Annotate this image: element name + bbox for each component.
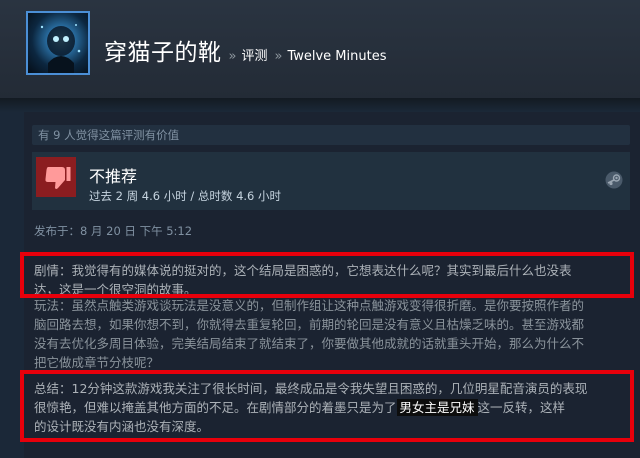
review-line: 玩法：虽然点触类游戏谈玩法是没意义的，但制作组让这种点触游戏变得很折磨。是你要按… <box>34 298 585 313</box>
breadcrumb-separator: » <box>228 49 237 64</box>
review-paragraph-gameplay: 玩法：虽然点触类游戏谈玩法是没意义的，但制作组让这种点触游戏变得很折磨。是你要按… <box>34 296 584 372</box>
playtime-hours: 过去 2 周 4.6 小时 / 总时数 4.6 小时 <box>89 189 282 203</box>
breadcrumb-game-link[interactable]: Twelve Minutes <box>287 49 386 64</box>
review-line: 脑回路去想，如果你想不到，你就得去重复轮回，前期的轮回是没有意义且枯燥乏味的。甚… <box>34 317 585 332</box>
review-verdict: 不推荐 <box>89 167 138 186</box>
avatar[interactable] <box>26 11 90 75</box>
breadcrumb: 穿猫子的靴 » 评测 » Twelve Minutes <box>104 33 386 66</box>
steam-icon <box>605 171 623 189</box>
breadcrumb-separator: » <box>274 49 283 64</box>
thumbs-down-icon <box>36 157 76 197</box>
header-divider <box>0 98 640 112</box>
helpful-count: 有 9 人觉得这篇评测有价值 <box>38 128 180 142</box>
annotation-box-story <box>20 252 634 298</box>
review-line: 没有去优化多周目体验，完美结局结束了就结束了，你要做其他成就的话就重头开始，那么… <box>34 336 585 351</box>
persona-name-link[interactable]: 穿猫子的靴 <box>104 33 222 67</box>
breadcrumb-reviews-link[interactable]: 评测 <box>241 45 267 64</box>
annotation-box-summary <box>20 370 634 442</box>
posted-date: 发布于：8 月 20 日 下午 5:12 <box>34 224 193 238</box>
avatar-art <box>40 24 81 73</box>
